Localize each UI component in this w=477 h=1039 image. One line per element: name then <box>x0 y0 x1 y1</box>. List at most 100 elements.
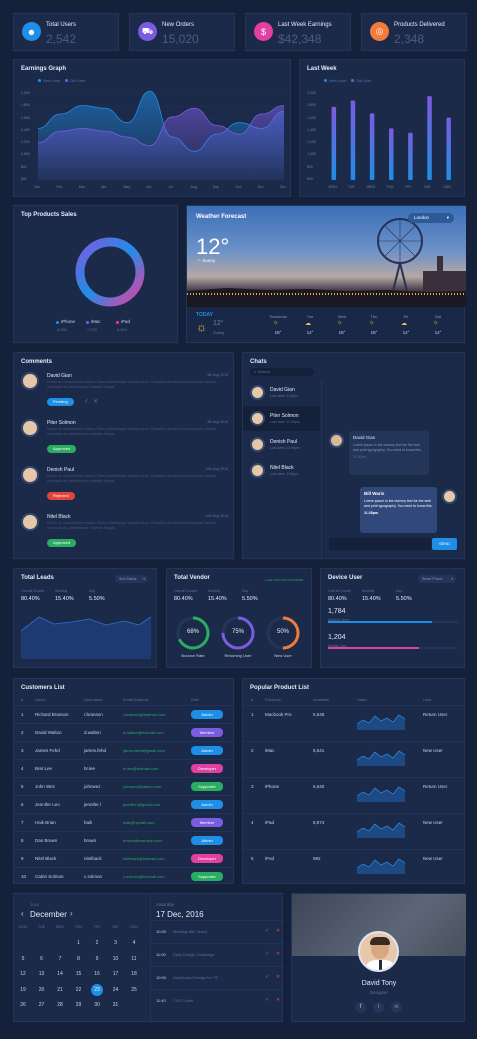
sales-sparkline <box>356 714 406 730</box>
linkedin-icon[interactable]: in <box>391 1002 402 1013</box>
table-row[interactable]: 3 James Fehd james.fehd james.fehd@gmail.co… <box>14 741 233 759</box>
event-row[interactable]: 10:00 Meeting with Jenny ✓ ✕ <box>151 920 284 943</box>
close-icon[interactable]: ✕ <box>276 928 280 934</box>
total-leads-card: Total Leads Sort Status ▾ Overall Growth 8… <box>13 568 157 668</box>
column-header: Available <box>313 697 330 702</box>
facebook-icon[interactable]: f <box>355 1002 366 1013</box>
chat-contact[interactable]: David Gian Last seen 1:00pm <box>243 380 320 405</box>
see-more-link[interactable]: + SEE AND FOLLOW MORE <box>264 578 303 582</box>
chats-title: Chats <box>250 359 267 365</box>
weather-icon: ☼ <box>433 320 439 326</box>
twitter-icon[interactable]: t <box>373 1002 384 1013</box>
chat-search[interactable]: ⌕ Search <box>250 368 314 376</box>
message-sender: Bill Waris <box>364 491 385 496</box>
stat-card: ◎ Products Delivered 2,348 <box>361 13 467 51</box>
sparkline-fill <box>357 715 405 730</box>
legend-label: iPhone <box>61 319 76 324</box>
event-row[interactable]: 11:00 Daily Design Challenge ✓ ✕ <box>151 943 284 966</box>
check-icon[interactable]: ✓ <box>265 928 269 934</box>
row-index: 4 <box>251 820 254 825</box>
check-icon[interactable]: ✓ <box>265 974 269 980</box>
table-row[interactable]: 6 Jennifer Leo jennifer.l jennifer.l@gmail.… <box>14 795 233 813</box>
close-icon[interactable]: ✕ <box>276 951 280 957</box>
table-row[interactable]: 9 Nitel Black nitelback nitelback@hotmail.c… <box>14 849 233 867</box>
progress-fill <box>328 621 432 623</box>
check-icon[interactable]: ✓ <box>84 398 89 405</box>
forecast-temp: 18° <box>274 330 282 335</box>
customer-username: johnwez <box>84 784 101 789</box>
product-name: Macbook Pro <box>265 712 292 717</box>
legend-label: iPad <box>121 319 131 324</box>
comments-card: Comments David Gian 9th Aug 2016 Donec ac … <box>13 352 234 559</box>
status-badge[interactable]: Pending <box>47 398 74 406</box>
prev-month-icon[interactable]: ‹ <box>21 909 24 918</box>
chat-message-input[interactable] <box>329 538 431 550</box>
column-header: Role <box>191 697 200 702</box>
next-month-icon[interactable]: › <box>70 909 73 918</box>
check-icon[interactable]: ✓ <box>265 997 269 1003</box>
weather-icon: ☁ <box>401 321 407 327</box>
chat-contact[interactable]: Piter Solmon Last seen 12:20pm <box>243 406 320 431</box>
table-row[interactable]: 3 iPhone 6,540 Return User <box>243 777 464 813</box>
table-row[interactable]: 1 Richard Branson r.branson r.branson@hotma… <box>14 705 233 723</box>
stat-label: Last Week Earnings <box>278 22 332 28</box>
table-row[interactable]: 2 iMac 5,541 New User <box>243 741 464 777</box>
customer-email: r.branson@hotmail.com <box>123 712 166 717</box>
metric-value: 5.50% <box>89 596 105 602</box>
city-select[interactable]: London ▾ <box>408 213 454 223</box>
event-row[interactable]: 10:00 Dashboard Design for TS ✓ ✕ <box>151 966 284 989</box>
table-row[interactable]: 2 David Walton d.walton d.walton@hotmail.co… <box>14 723 233 741</box>
close-icon[interactable]: ✕ <box>93 398 98 405</box>
avatar <box>21 372 39 390</box>
table-row[interactable]: 5 John Wez johnwez johnwez@yahoo.com Support… <box>14 777 233 795</box>
customers-list-card: Customers List # Name Username Email Addres… <box>13 678 234 884</box>
status-badge[interactable]: Rejected <box>47 492 75 500</box>
popular-products-card: Popular Product List # Products Available S… <box>242 678 465 884</box>
table-row[interactable]: 7 Haik Brian haik haik@hymail.com Member <box>14 813 233 831</box>
last-week-svg <box>331 96 451 180</box>
table-row[interactable]: 5 iPod 982 New User <box>243 849 464 885</box>
row-index: 10 <box>21 874 27 879</box>
send-button[interactable]: SEND <box>432 538 457 550</box>
metric-value: 5.50% <box>396 596 412 602</box>
table-row[interactable]: 4 Bret Lee br.lee br.lee@hotmail.com Develop… <box>14 759 233 777</box>
check-icon[interactable]: ✓ <box>265 951 269 957</box>
chat-contact[interactable]: Nitel Black Last seen 1:00pm <box>243 458 320 483</box>
close-icon[interactable]: ✕ <box>276 974 280 980</box>
leads-area-chart <box>20 616 152 659</box>
table-row[interactable]: 1 Macbook Pro 5,548 Return User <box>243 705 464 741</box>
customer-username: br.lee <box>84 766 96 771</box>
weather-icon: ☼ <box>273 320 279 326</box>
customer-email: jennifer.l@gmail.com <box>123 802 161 807</box>
device-select[interactable]: Smart Phone ▾ <box>418 575 456 583</box>
event-time: 10:00 <box>156 929 167 934</box>
customer-email: johnwez@yahoo.com <box>123 784 162 789</box>
chat-contact[interactable]: Denish Paul Last seen 12:00pm <box>243 432 320 457</box>
row-index: 2 <box>21 730 24 735</box>
forecast-temp: 12° <box>434 330 442 335</box>
customer-email: nitelback@hotmail.com <box>123 856 165 861</box>
event-row[interactable]: 11:40 CSS Coder ✓ ✕ <box>151 989 284 1012</box>
table-row[interactable]: 8 Dan Brown brown brown@example.com Admin <box>14 831 233 849</box>
weather-icon: ☼ <box>337 320 343 326</box>
role-badge: Supporter <box>191 872 223 881</box>
current-cond: ☀ Sunny <box>197 258 216 263</box>
sales-sparkline <box>356 822 406 838</box>
dollar-icon: $ <box>254 22 273 41</box>
bar <box>331 106 337 180</box>
status-badge[interactable]: Approved <box>47 445 77 453</box>
column-header: Name <box>35 697 46 702</box>
today-temp: 12° <box>213 320 224 327</box>
table-row[interactable]: 10 Catrin Solmon c.solmon c.solmon@hotmail.… <box>14 867 233 885</box>
close-icon[interactable]: ✕ <box>276 997 280 1003</box>
status-badge[interactable]: Approved <box>47 539 77 547</box>
table-row[interactable]: 4 iPad 8,874 New User <box>243 813 464 849</box>
row-index: 5 <box>21 784 24 789</box>
legend-dot <box>56 321 59 324</box>
x-tick-label: SAT <box>424 185 431 189</box>
avatar <box>21 466 39 484</box>
customer-name: Richard Branson <box>35 712 69 717</box>
chevron-down-icon: ▾ <box>451 577 453 581</box>
sun-icon: ☀ <box>197 258 202 263</box>
comment-text: Donec ac condimentum massa. Etiam pellen… <box>47 427 217 436</box>
